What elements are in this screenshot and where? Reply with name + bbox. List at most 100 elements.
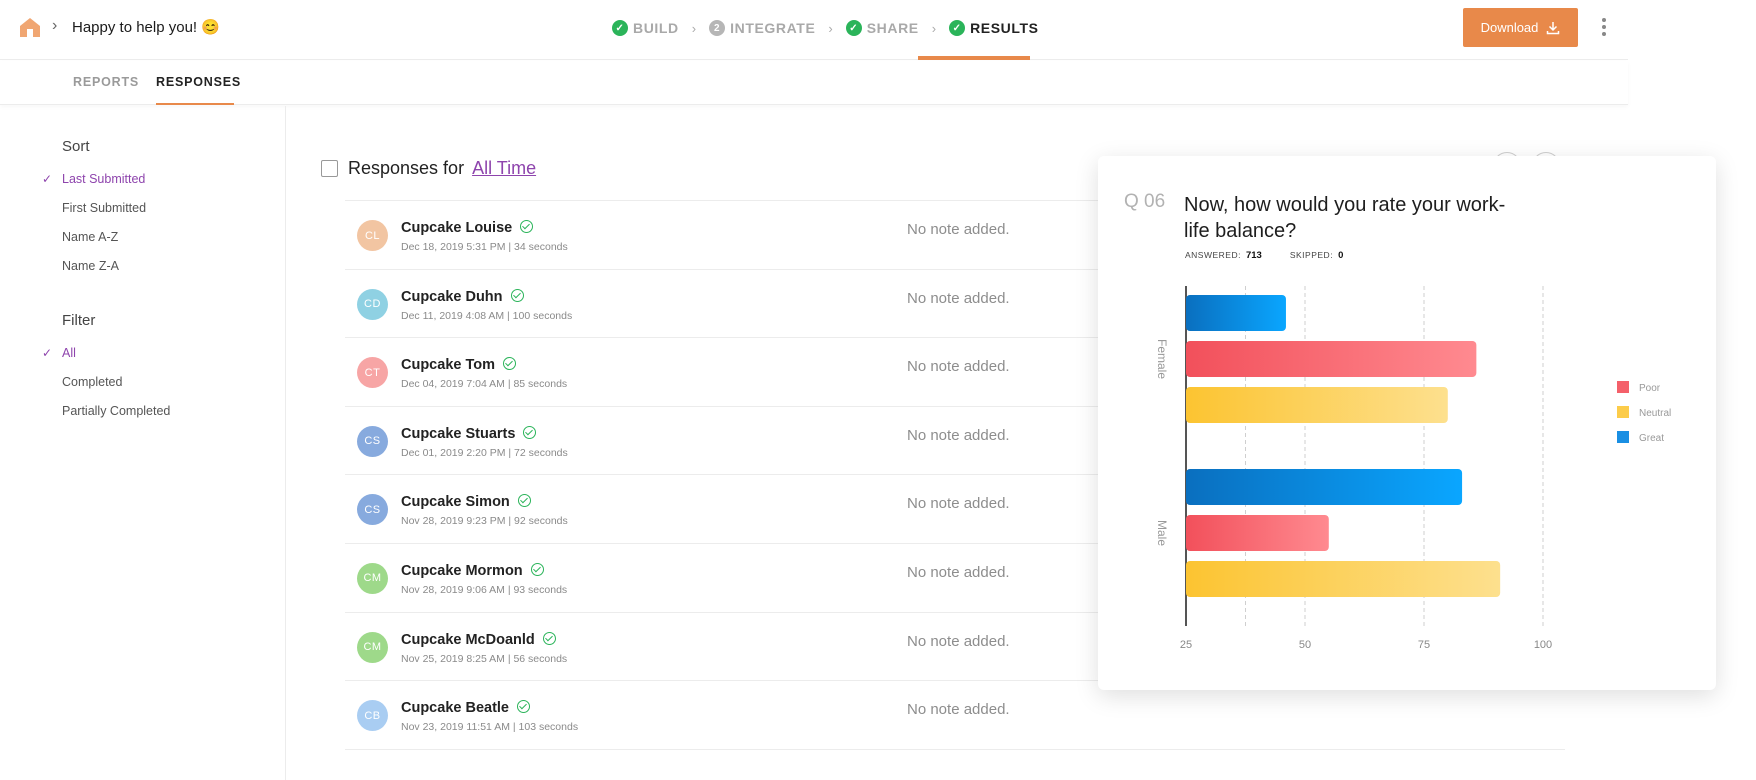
response-meta: Dec 04, 2019 7:04 AM | 85 seconds xyxy=(401,378,568,391)
response-note: No note added. xyxy=(907,563,1010,581)
step-label: INTEGRATE xyxy=(730,20,816,36)
check-circle-icon: ✓ xyxy=(845,20,862,36)
avatar: CL xyxy=(357,220,388,251)
legend-swatch xyxy=(1617,381,1629,393)
sidebar: Sort ✓ Last Submitted First Submitted Na… xyxy=(0,106,286,780)
check-icon: ✓ xyxy=(42,172,53,186)
check-circle-icon xyxy=(530,562,544,576)
sort-name-z-a[interactable]: Name Z-A xyxy=(62,259,119,273)
response-note: No note added. xyxy=(907,426,1010,444)
response-meta: Nov 25, 2019 8:25 AM | 56 seconds xyxy=(401,652,568,665)
legend-label: Neutral xyxy=(1639,408,1671,419)
bar-male-neutral xyxy=(1186,561,1501,597)
avatar: CS xyxy=(357,494,388,526)
sort-name-a-z[interactable]: Name A-Z xyxy=(62,230,118,244)
respondent-name: Cupcake McDoanld xyxy=(401,631,556,648)
step-results[interactable]: ✓ RESULTS xyxy=(949,20,1039,36)
respondent-name-text: Cupcake Louise xyxy=(401,220,513,236)
legend-label: Great xyxy=(1639,433,1664,444)
response-meta: Dec 18, 2019 5:31 PM | 34 seconds xyxy=(401,241,568,253)
filter-partially-completed[interactable]: Partially Completed xyxy=(62,404,170,418)
respondent-name-text: Cupcake Stuarts xyxy=(401,425,516,442)
tab-bar: REPORTS RESPONSES xyxy=(0,61,1628,105)
response-note: No note added. xyxy=(907,495,1010,513)
page-title: Happy to help you! 😊 xyxy=(72,19,220,36)
legend-swatch xyxy=(1617,431,1629,443)
step-label: BUILD xyxy=(633,20,679,36)
respondent-name-text: Cupcake Duhn xyxy=(401,288,503,305)
respondent-name-text: Cupcake Mormon xyxy=(401,562,523,579)
download-button[interactable]: Download xyxy=(1463,8,1578,47)
active-step-indicator xyxy=(918,56,1030,60)
step-label: RESULTS xyxy=(970,20,1039,36)
bar-female-poor xyxy=(1186,341,1477,377)
response-note: No note added. xyxy=(907,358,1010,376)
respondent-name-text: Cupcake Tom xyxy=(401,357,496,374)
respondent-name: Cupcake Duhn xyxy=(401,288,524,305)
top-bar: › Happy to help you! 😊 ✓ BUILD › 2 INTEG… xyxy=(0,0,1628,60)
bar-female-neutral xyxy=(1186,387,1448,423)
step-share[interactable]: ✓ SHARE xyxy=(845,20,919,36)
download-label: Download xyxy=(1480,20,1539,35)
check-circle-icon: ✓ xyxy=(612,20,628,36)
time-range-link[interactable]: All Time xyxy=(472,158,536,179)
avatar: CB xyxy=(357,700,388,732)
divider xyxy=(345,748,1565,750)
avatar: CD xyxy=(357,288,388,320)
chevron-right-icon: › xyxy=(931,20,937,36)
check-circle-icon xyxy=(503,357,517,371)
response-note: No note added. xyxy=(907,289,1010,307)
check-circle-icon xyxy=(523,425,537,439)
table-row[interactable]: CB Cupcake Beatle Nov 23, 2019 11:51 AM … xyxy=(345,680,1565,749)
x-tick-label: 100 xyxy=(1534,639,1552,651)
check-circle-icon: ✓ xyxy=(949,20,966,36)
respondent-name-text: Cupcake McDoanld xyxy=(401,631,535,648)
sort-heading: Sort xyxy=(62,138,90,155)
legend-swatch xyxy=(1617,406,1629,418)
check-circle-icon xyxy=(517,494,531,508)
x-tick-label: 50 xyxy=(1299,639,1311,651)
respondent-name: Cupcake Stuarts xyxy=(401,425,537,442)
respondent-name: Cupcake Tom xyxy=(401,356,517,374)
select-all-checkbox[interactable] xyxy=(321,160,338,177)
step-build[interactable]: ✓ BUILD xyxy=(612,20,679,36)
response-meta: Nov 28, 2019 9:06 AM | 93 seconds xyxy=(401,583,568,596)
sort-last-submitted[interactable]: Last Submitted xyxy=(62,172,145,186)
chevron-right-icon: › xyxy=(828,20,833,36)
avatar: CT xyxy=(357,357,388,389)
chevron-right-icon: › xyxy=(52,17,58,34)
respondent-name-text: Cupcake Beatle xyxy=(401,700,509,717)
legend-label: Poor xyxy=(1639,383,1661,394)
check-circle-icon xyxy=(510,288,524,302)
respondent-name: Cupcake Simon xyxy=(401,493,531,510)
bar-male-poor xyxy=(1186,515,1329,551)
step-integrate[interactable]: 2 INTEGRATE xyxy=(709,20,815,36)
avatar: CS xyxy=(357,425,388,457)
step-number-badge: 2 xyxy=(709,20,726,36)
download-icon xyxy=(1547,21,1560,34)
responses-label: Responses for xyxy=(348,158,465,178)
respondent-name-text: Cupcake Simon xyxy=(401,494,510,511)
response-note: No note added. xyxy=(907,221,1010,238)
sort-first-submitted[interactable]: First Submitted xyxy=(62,201,146,215)
more-vertical-icon[interactable] xyxy=(1598,16,1610,38)
check-icon: ✓ xyxy=(42,346,53,360)
filter-heading: Filter xyxy=(62,312,96,329)
home-icon[interactable] xyxy=(18,16,42,38)
chevron-right-icon: › xyxy=(691,20,697,36)
response-meta: Nov 23, 2019 11:51 AM | 103 seconds xyxy=(401,721,579,734)
response-note: No note added. xyxy=(907,632,1010,650)
bar-male-great xyxy=(1186,469,1463,505)
filter-completed[interactable]: Completed xyxy=(62,375,122,389)
filter-all[interactable]: All xyxy=(62,346,76,360)
check-circle-icon xyxy=(520,220,534,233)
tab-reports[interactable]: REPORTS xyxy=(73,75,139,89)
response-note: No note added. xyxy=(907,701,1010,719)
tab-responses[interactable]: RESPONSES xyxy=(156,75,241,89)
category-label: Female xyxy=(1155,339,1169,379)
x-tick-label: 25 xyxy=(1180,639,1192,651)
active-tab-indicator xyxy=(156,103,234,105)
response-meta: Dec 11, 2019 4:08 AM | 100 seconds xyxy=(401,309,573,322)
responses-header: Responses for All Time xyxy=(321,158,536,179)
response-meta: Dec 01, 2019 2:20 PM | 72 seconds xyxy=(401,446,568,459)
